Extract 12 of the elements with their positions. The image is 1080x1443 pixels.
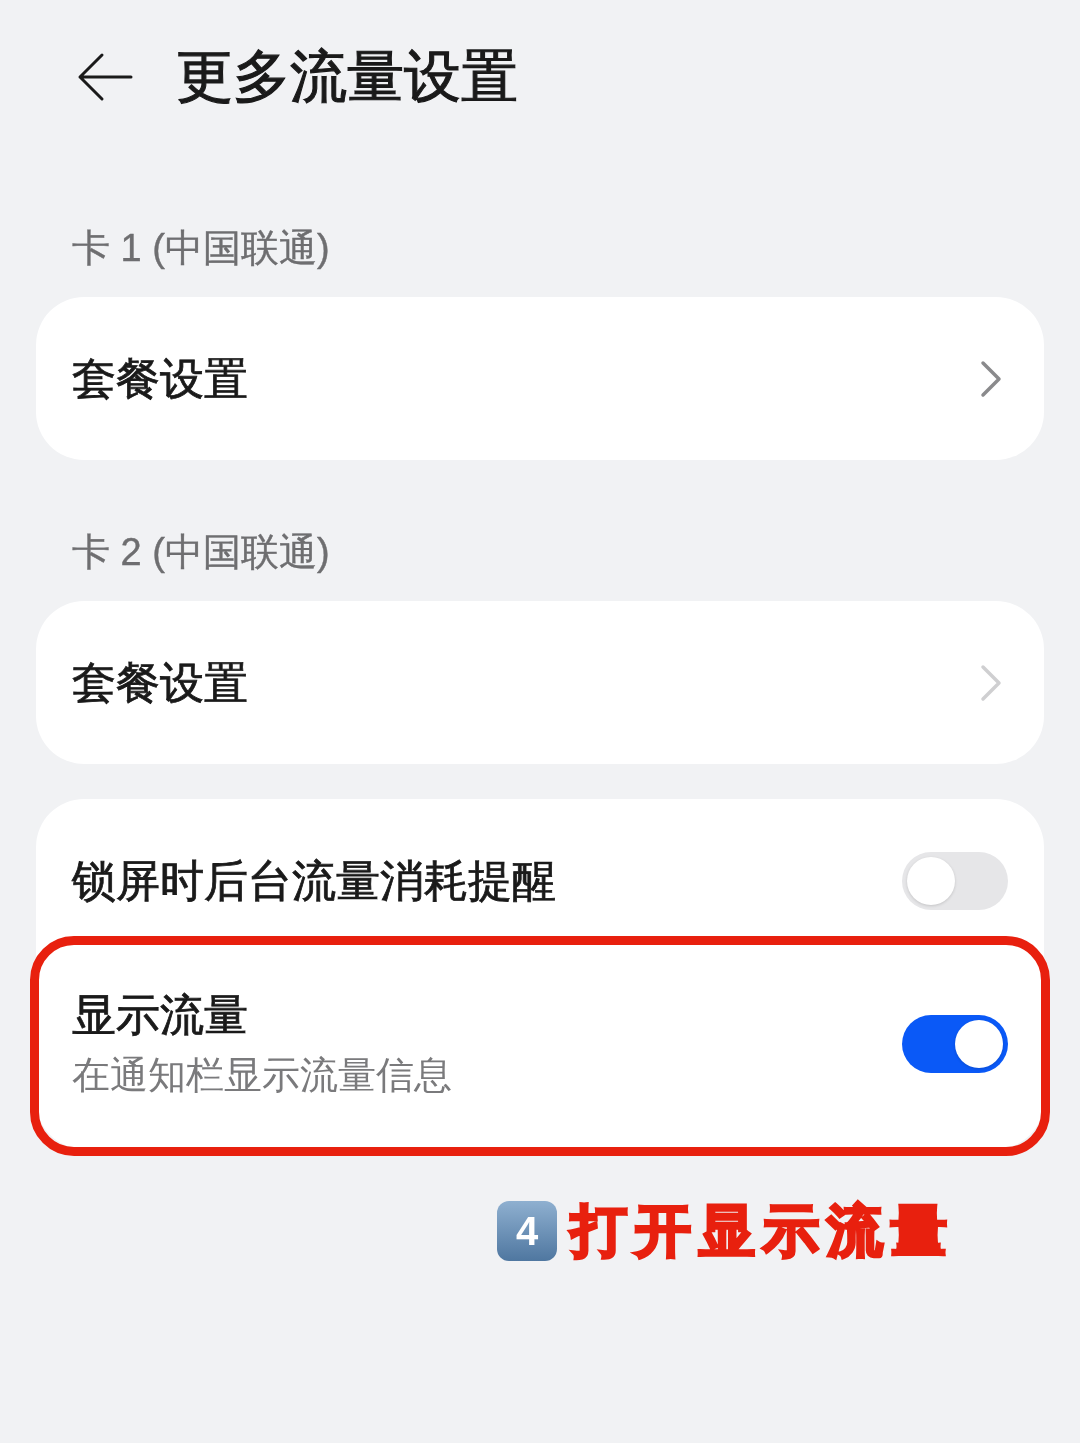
- row-title: 显示流量: [72, 989, 249, 1041]
- toggle-switch[interactable]: [902, 1015, 1008, 1073]
- row-subtitle: 在通知栏显示流量信息: [72, 1053, 452, 1098]
- back-arrow-icon[interactable]: [76, 52, 134, 102]
- annotation-text: 打开显示流量: [571, 1198, 955, 1264]
- section-label: 卡 1 (中国联通): [72, 225, 330, 271]
- settings-row[interactable]: 套餐设置: [36, 601, 1044, 764]
- step-number-badge: 4: [497, 1201, 557, 1261]
- page-title: 更多流量设置: [176, 43, 518, 111]
- settings-row[interactable]: 套餐设置: [36, 297, 1044, 460]
- section-label: 卡 2 (中国联通): [72, 529, 330, 575]
- row-title: 锁屏时后台流量消耗提醒: [72, 855, 556, 907]
